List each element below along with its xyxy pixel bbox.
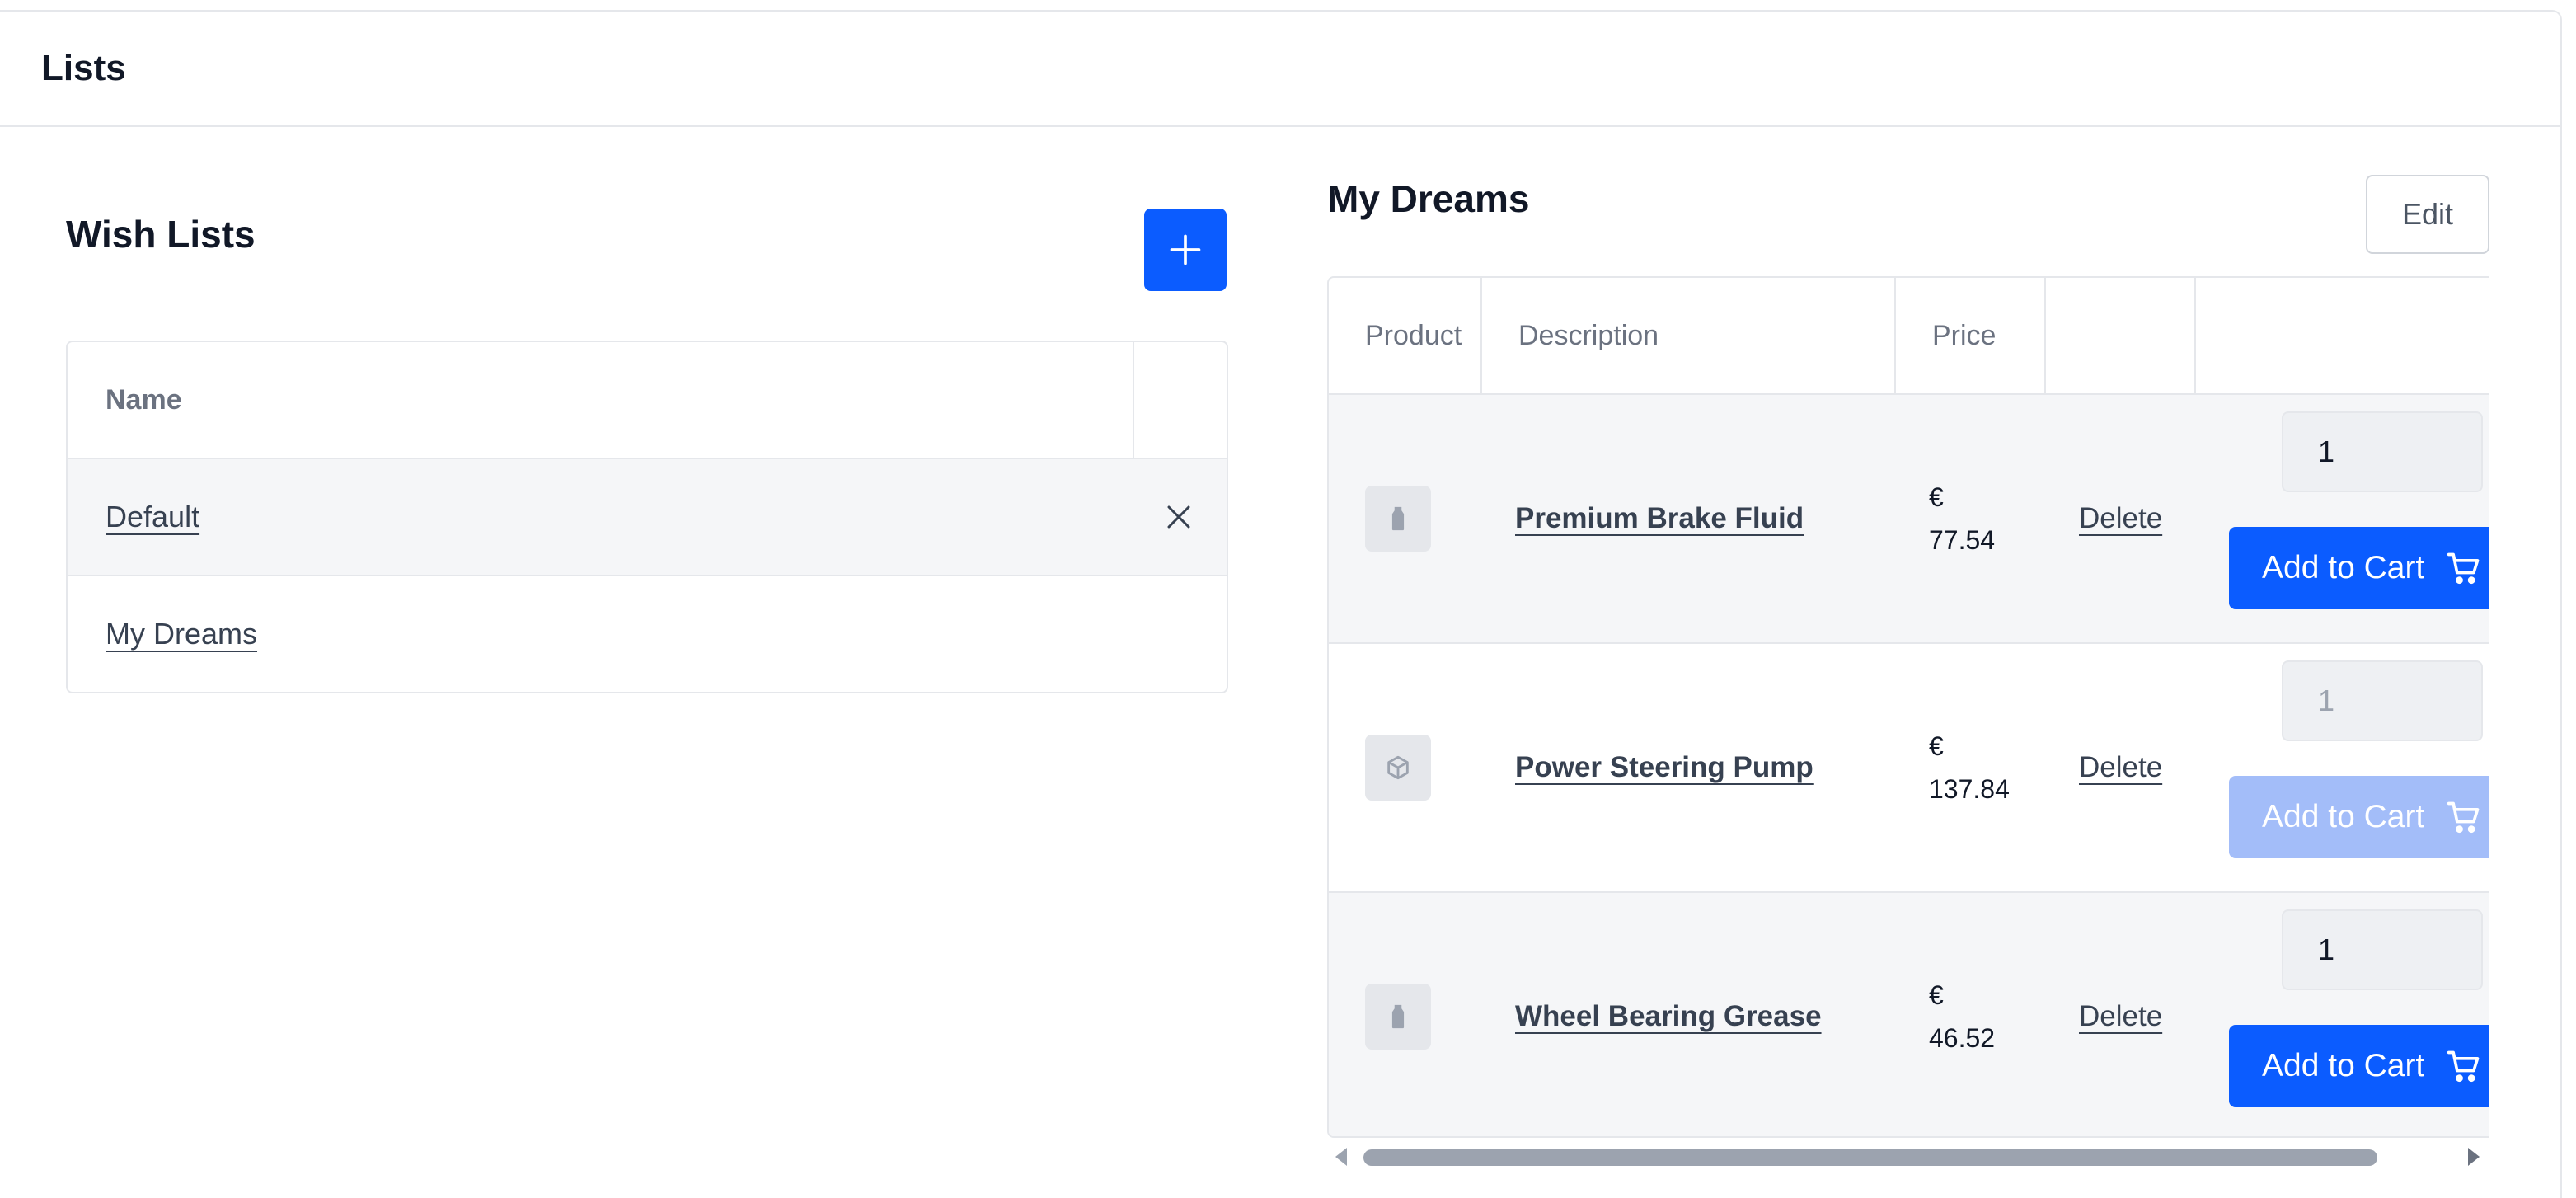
page-title: Lists	[41, 48, 126, 88]
box-icon	[1387, 755, 1409, 780]
price-cell: € 137.84	[1896, 644, 2046, 891]
plus-icon	[1170, 234, 1201, 265]
detail-title: My Dreams	[1327, 177, 1530, 220]
add-wishlist-button[interactable]	[1144, 209, 1227, 291]
delete-column-header	[2046, 278, 2196, 393]
table-row: Power Steering Pump € 137.84 Delete 1 Ad…	[1329, 644, 2489, 893]
actions-cell: 1 Add to Cart	[2229, 644, 2489, 891]
scroll-right-arrow-icon[interactable]	[2468, 1148, 2480, 1166]
actions-column-header	[2196, 278, 2489, 393]
price-cell: € 46.52	[1896, 893, 2046, 1136]
add-to-cart-button[interactable]: Add to Cart	[2229, 527, 2489, 609]
product-thumbnail[interactable]	[1365, 735, 1431, 801]
wishlists-panel: Wish Lists Name Default My Dreams	[66, 194, 1228, 693]
wishlists-title: Wish Lists	[66, 213, 256, 256]
wishlists-header: Wish Lists	[66, 194, 1227, 293]
add-to-cart-button[interactable]: Add to Cart	[2229, 1025, 2489, 1107]
horizontal-scrollbar[interactable]	[1327, 1144, 2489, 1169]
table-row: My Dreams	[68, 575, 1227, 692]
description-cell: Premium Brake Fluid	[1482, 395, 1896, 642]
close-icon	[1167, 505, 1190, 529]
delete-cell: Delete	[2046, 644, 2196, 891]
price-amount: 46.52	[1929, 1023, 1996, 1053]
scrollbar-thumb[interactable]	[1363, 1149, 2377, 1166]
bottle-icon	[1391, 1004, 1405, 1029]
delete-item-link[interactable]: Delete	[2079, 1000, 2162, 1033]
product-link[interactable]: Power Steering Pump	[1515, 751, 1814, 784]
price-amount: 77.54	[1929, 525, 1996, 555]
actions-cell: 1 Add to Cart	[2229, 395, 2489, 642]
add-to-cart-label: Add to Cart	[2262, 550, 2425, 585]
price-value: € 137.84	[1929, 725, 2010, 810]
description-cell: Wheel Bearing Grease	[1482, 893, 1896, 1136]
description-column-header: Description	[1482, 278, 1896, 393]
wishlists-table: Name Default My Dreams	[66, 341, 1228, 693]
items-table: Product Description Price Premium Brake …	[1329, 278, 2489, 1136]
wishlist-link-default[interactable]: Default	[106, 500, 199, 534]
delete-item-link[interactable]: Delete	[2079, 502, 2162, 535]
scroll-left-arrow-icon[interactable]	[1335, 1148, 1347, 1166]
quantity-input[interactable]: 1	[2282, 660, 2483, 741]
page-header: Lists	[0, 12, 2560, 127]
price-column-header: Price	[1896, 278, 2046, 393]
price-amount: 137.84	[1929, 774, 2010, 804]
add-to-cart-button[interactable]: Add to Cart	[2229, 776, 2489, 858]
bottle-icon	[1391, 506, 1405, 531]
delete-cell: Delete	[2046, 893, 2196, 1136]
table-row: Default	[68, 458, 1227, 575]
add-to-cart-label: Add to Cart	[2262, 799, 2425, 834]
wishlists-table-header: Name	[68, 342, 1227, 458]
remove-wishlist-button[interactable]	[1161, 499, 1197, 535]
product-cell	[1329, 893, 1482, 1136]
product-column-header: Product	[1329, 278, 1482, 393]
cart-icon	[2447, 801, 2480, 834]
delete-cell: Delete	[2046, 395, 2196, 642]
product-thumbnail[interactable]	[1365, 486, 1431, 552]
table-row: Premium Brake Fluid € 77.54 Delete 1 Add…	[1329, 395, 2489, 644]
description-cell: Power Steering Pump	[1482, 644, 1896, 891]
price-cell: € 77.54	[1896, 395, 2046, 642]
quantity-input[interactable]: 1	[2282, 411, 2483, 492]
product-cell	[1329, 395, 1482, 642]
price-currency: €	[1929, 980, 1944, 1010]
delete-item-link[interactable]: Delete	[2079, 751, 2162, 784]
price-currency: €	[1929, 482, 1944, 512]
quantity-input[interactable]: 1	[2282, 909, 2483, 990]
edit-button[interactable]: Edit	[2366, 175, 2489, 254]
actions-cell: 1 Add to Cart	[2229, 893, 2489, 1136]
product-cell	[1329, 644, 1482, 891]
price-value: € 77.54	[1929, 476, 1995, 561]
price-currency: €	[1929, 731, 1944, 761]
detail-header: My Dreams Edit	[1327, 165, 2489, 268]
product-link[interactable]: Premium Brake Fluid	[1515, 502, 1804, 535]
items-scroll-container[interactable]: Product Description Price Premium Brake …	[1327, 276, 2489, 1138]
product-thumbnail[interactable]	[1365, 984, 1431, 1050]
name-column-header: Name	[68, 342, 1134, 458]
wishlist-detail-panel: My Dreams Edit Product Description Price	[1327, 165, 2489, 1179]
product-link[interactable]: Wheel Bearing Grease	[1515, 1000, 1822, 1033]
price-value: € 46.52	[1929, 974, 1995, 1059]
wishlist-link-my-dreams[interactable]: My Dreams	[106, 617, 257, 651]
cart-icon	[2447, 552, 2480, 585]
items-table-header: Product Description Price	[1329, 278, 2489, 395]
add-to-cart-label: Add to Cart	[2262, 1048, 2425, 1083]
table-row: Wheel Bearing Grease € 46.52 Delete 1 Ad…	[1329, 893, 2489, 1136]
cart-icon	[2447, 1050, 2480, 1083]
